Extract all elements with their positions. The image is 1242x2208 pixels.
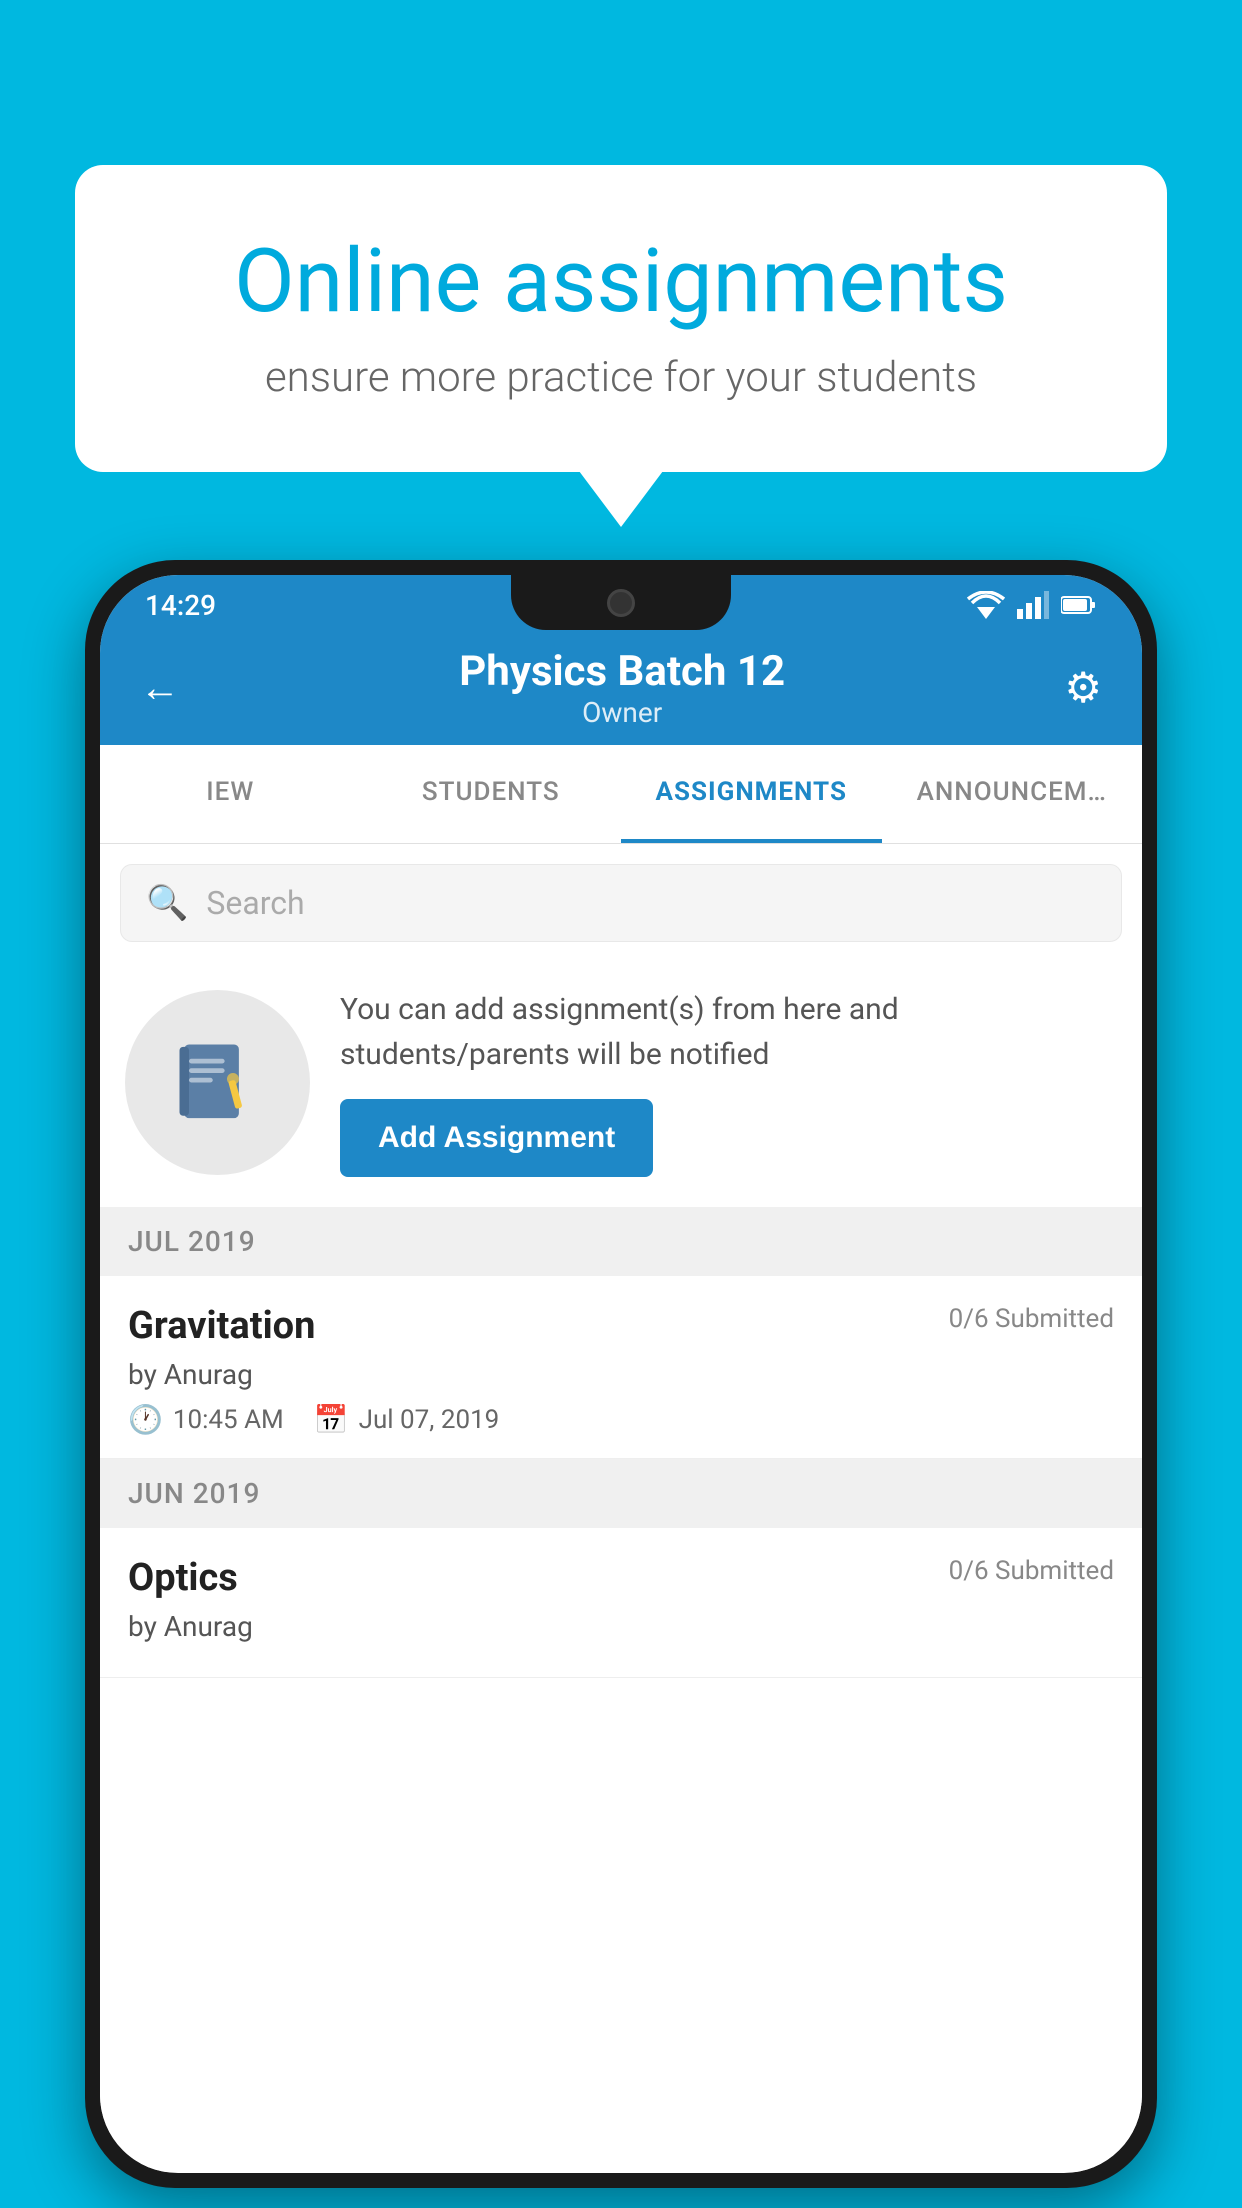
promo-description: You can add assignment(s) from here and … bbox=[340, 987, 1117, 1077]
camera bbox=[607, 589, 635, 617]
assignment-title: Gravitation bbox=[128, 1304, 315, 1348]
clock-icon: 🕐 bbox=[128, 1403, 163, 1436]
settings-icon[interactable]: ⚙ bbox=[1064, 663, 1102, 713]
tab-bar: IEW STUDENTS ASSIGNMENTS ANNOUNCEM… bbox=[100, 745, 1142, 844]
phone-screen: 14:29 bbox=[100, 575, 1142, 2173]
wifi-icon bbox=[967, 591, 1005, 619]
assignment-top-row-2: Optics 0/6 Submitted bbox=[128, 1556, 1114, 1600]
tab-assignments[interactable]: ASSIGNMENTS bbox=[621, 745, 882, 843]
speech-bubble-card: Online assignments ensure more practice … bbox=[75, 165, 1167, 472]
top-bar: ← Physics Batch 12 Owner ⚙ bbox=[100, 630, 1142, 745]
tab-overview[interactable]: IEW bbox=[100, 745, 361, 843]
list-item[interactable]: Optics 0/6 Submitted by Anurag bbox=[100, 1528, 1142, 1678]
search-icon: 🔍 bbox=[146, 883, 188, 923]
battery-icon bbox=[1061, 595, 1097, 615]
status-icons bbox=[967, 591, 1097, 619]
submitted-count: 0/6 Submitted bbox=[949, 1304, 1114, 1334]
tab-announcements[interactable]: ANNOUNCEM… bbox=[882, 745, 1143, 843]
add-assignment-button[interactable]: Add Assignment bbox=[340, 1099, 653, 1177]
back-button[interactable]: ← bbox=[140, 664, 180, 711]
section-header-jun: JUN 2019 bbox=[100, 1459, 1142, 1528]
signal-icon bbox=[1017, 591, 1049, 619]
submitted-count-2: 0/6 Submitted bbox=[949, 1556, 1114, 1586]
status-time: 14:29 bbox=[145, 589, 216, 622]
promo-text-area: You can add assignment(s) from here and … bbox=[340, 987, 1117, 1177]
search-placeholder-text: Search bbox=[206, 884, 304, 922]
list-item[interactable]: Gravitation 0/6 Submitted by Anurag 🕐 10… bbox=[100, 1276, 1142, 1459]
search-bar[interactable]: 🔍 Search bbox=[120, 864, 1122, 942]
assignment-author: by Anurag bbox=[128, 1358, 1114, 1391]
bubble-subtitle: ensure more practice for your students bbox=[150, 353, 1092, 402]
assignment-author-2: by Anurag bbox=[128, 1610, 1114, 1643]
bubble-title: Online assignments bbox=[150, 230, 1092, 333]
assignment-date: Jul 07, 2019 bbox=[359, 1405, 500, 1435]
notebook-icon bbox=[170, 1035, 265, 1130]
promo-icon-circle bbox=[125, 990, 310, 1175]
page-title: Physics Batch 12 bbox=[459, 647, 785, 696]
tab-students[interactable]: STUDENTS bbox=[361, 745, 622, 843]
assignment-title-2: Optics bbox=[128, 1556, 238, 1600]
phone-frame: 14:29 bbox=[85, 560, 1157, 2188]
phone-notch bbox=[511, 575, 731, 630]
top-bar-title-area: Physics Batch 12 Owner bbox=[459, 647, 785, 729]
content-area: 🔍 Search bbox=[100, 844, 1142, 2172]
assignment-time: 10:45 AM bbox=[173, 1405, 284, 1435]
assignment-top-row: Gravitation 0/6 Submitted bbox=[128, 1304, 1114, 1348]
promo-block: You can add assignment(s) from here and … bbox=[100, 962, 1142, 1207]
calendar-icon: 📅 bbox=[314, 1403, 349, 1436]
meta-time: 🕐 10:45 AM bbox=[128, 1403, 284, 1436]
meta-date: 📅 Jul 07, 2019 bbox=[314, 1403, 500, 1436]
section-header-jul: JUL 2019 bbox=[100, 1207, 1142, 1276]
page-subtitle: Owner bbox=[459, 696, 785, 729]
assignment-meta: 🕐 10:45 AM 📅 Jul 07, 2019 bbox=[128, 1403, 1114, 1436]
